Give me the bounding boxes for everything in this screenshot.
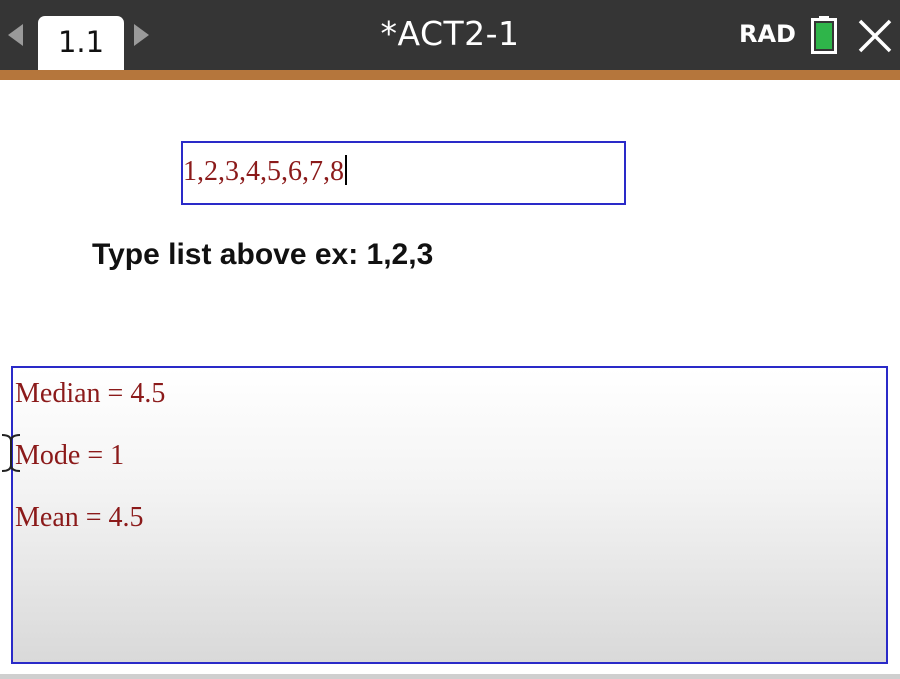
chevron-left-icon[interactable] — [8, 24, 23, 46]
list-input-value[interactable]: 1,2,3,4,5,6,7,8 — [183, 155, 347, 188]
battery-icon — [811, 16, 837, 54]
list-input-field[interactable]: 1,2,3,4,5,6,7,8 — [181, 141, 626, 205]
median-result: Median = 4.5 — [15, 378, 166, 409]
ibeam-cursor-icon — [1, 434, 21, 472]
close-icon[interactable] — [857, 18, 893, 54]
bottom-edge — [0, 674, 900, 679]
header-accent-stripe — [0, 70, 900, 80]
results-box[interactable]: Median = 4.5 Mode = 1 Mean = 4.5 — [11, 366, 888, 664]
document-title: *ACT2-1 — [380, 14, 520, 53]
chevron-right-icon[interactable] — [134, 24, 149, 46]
instruction-text: Type list above ex: 1,2,3 — [92, 238, 434, 271]
tab-label: 1.1 — [57, 25, 105, 59]
title-bar: 1.1 *ACT2-1 RAD — [0, 0, 900, 80]
angle-mode-indicator: RAD — [739, 20, 796, 48]
mode-result: Mode = 1 — [15, 440, 125, 471]
text-cursor — [345, 155, 347, 185]
mean-result: Mean = 4.5 — [15, 502, 144, 533]
